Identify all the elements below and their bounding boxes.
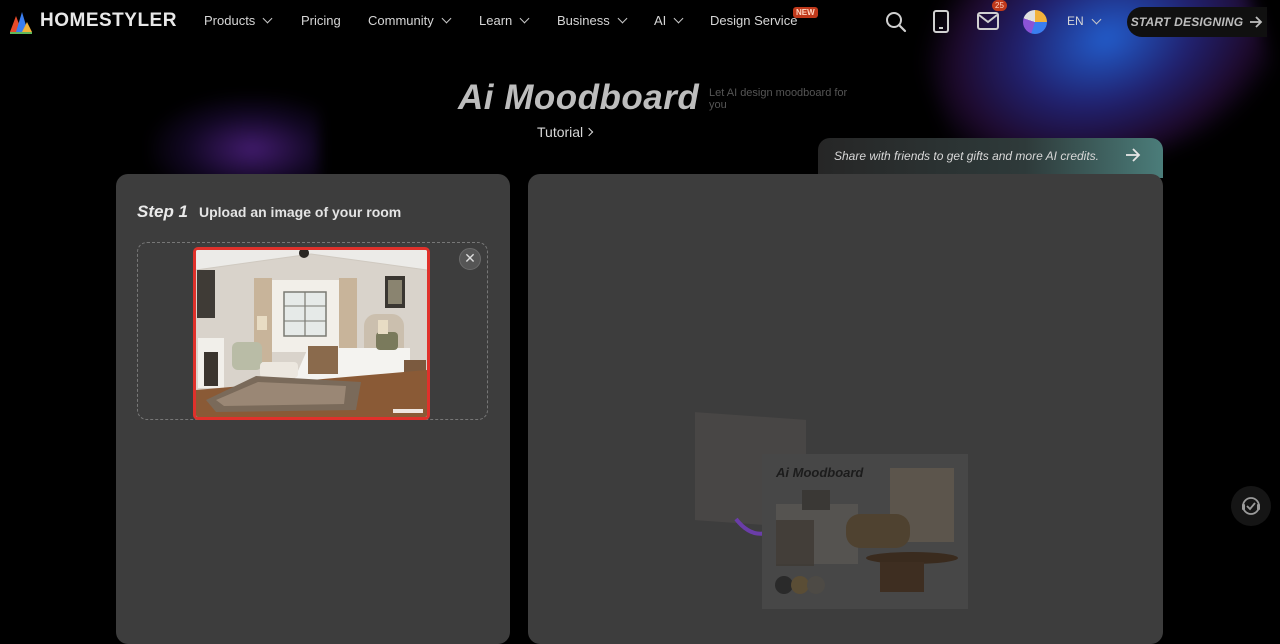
background-glow-left: [150, 95, 320, 185]
nav-business[interactable]: Business: [557, 13, 628, 28]
nav-pricing[interactable]: Pricing: [301, 13, 341, 28]
nav-pricing-label: Pricing: [301, 13, 341, 28]
start-designing-label: START DESIGNING: [1130, 15, 1244, 29]
tutorial-label: Tutorial: [537, 124, 584, 140]
nav-community-label: Community: [368, 13, 434, 28]
language-selector[interactable]: EN: [1067, 14, 1102, 28]
support-icon: [1242, 497, 1260, 515]
top-navigation: HOMESTYLER Products Pricing Community Le…: [0, 0, 1280, 44]
share-banner-text: Share with friends to get gifts and more…: [834, 149, 1100, 163]
brand-name: HOMESTYLER: [40, 10, 177, 31]
mail-count-badge: 25: [992, 0, 1007, 11]
step-label: Step 1: [137, 202, 189, 221]
uploaded-room-image[interactable]: [193, 247, 430, 420]
nav-design-service[interactable]: Design Service: [710, 13, 797, 28]
nav-ai-label: AI: [654, 13, 667, 28]
page-subtitle: Let AI design moodboard for you: [709, 87, 848, 111]
chevron-right-icon: [584, 127, 594, 137]
nav-products-label: Products: [204, 13, 256, 28]
language-label: EN: [1067, 14, 1084, 28]
nav-community[interactable]: Community: [368, 13, 452, 28]
nav-business-label: Business: [557, 13, 610, 28]
chevron-down-icon: [519, 13, 530, 24]
mobile-icon[interactable]: [932, 10, 950, 33]
chevron-down-icon: [441, 13, 452, 24]
remove-image-button[interactable]: ✕: [459, 248, 481, 270]
bedroom-photo: [196, 250, 427, 417]
tutorial-link[interactable]: Tutorial: [537, 124, 594, 140]
arrow-right-icon: [1250, 16, 1263, 28]
sample-moodboard-title: Ai Moodboard: [776, 465, 864, 480]
homestyler-logo-icon: [10, 12, 32, 34]
arrow-right-icon[interactable]: [1125, 148, 1141, 162]
chevron-down-icon: [673, 13, 684, 24]
new-badge: NEW: [793, 7, 818, 18]
support-button[interactable]: [1231, 486, 1271, 526]
user-avatar[interactable]: [1023, 10, 1047, 34]
chevron-down-icon: [617, 13, 628, 24]
step-description: Upload an image of your room: [199, 204, 402, 220]
nav-design-service-label: Design Service: [710, 13, 798, 28]
chevron-down-icon: [1091, 14, 1102, 24]
nav-ai[interactable]: AI: [654, 13, 684, 28]
search-icon[interactable]: [885, 11, 907, 33]
start-designing-button[interactable]: START DESIGNING: [1127, 7, 1267, 37]
nav-learn-label: Learn: [479, 13, 513, 28]
nav-learn[interactable]: Learn: [479, 13, 530, 28]
close-icon: ✕: [464, 250, 476, 266]
nav-products[interactable]: Products: [204, 13, 273, 28]
page-title: Ai Moodboard: [458, 78, 700, 117]
mail-icon[interactable]: [977, 12, 999, 30]
brand-logo[interactable]: HOMESTYLER: [8, 8, 177, 34]
chevron-down-icon: [262, 13, 273, 24]
